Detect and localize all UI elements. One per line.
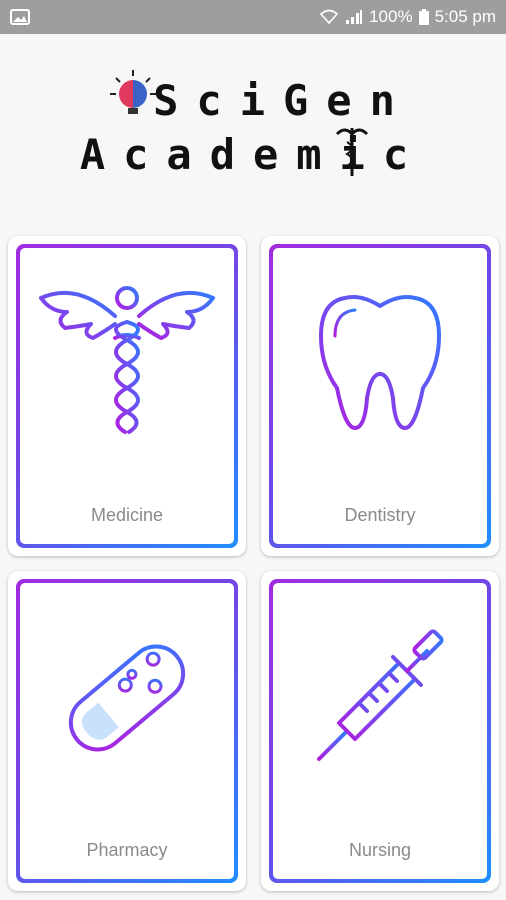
wifi-icon xyxy=(319,9,339,25)
card-nursing[interactable]: Nursing xyxy=(261,571,499,891)
battery-icon xyxy=(418,9,429,25)
logo-line2: Academic xyxy=(79,130,427,179)
card-label-dentistry: Dentistry xyxy=(344,505,416,525)
clock: 5:05 pm xyxy=(434,7,496,26)
logo-line1: SciGen xyxy=(153,76,413,125)
card-pharmacy[interactable]: Pharmacy xyxy=(8,571,246,891)
card-label-pharmacy: Pharmacy xyxy=(86,840,168,860)
app-logo: SciGen Academic xyxy=(0,62,506,182)
status-bar: 100% 5:05 pm xyxy=(0,0,506,34)
syringe-icon xyxy=(317,629,444,761)
card-label-nursing: Nursing xyxy=(348,840,412,860)
card-medicine[interactable]: Medicine xyxy=(8,236,246,556)
caduceus-icon xyxy=(39,286,215,446)
logo-caduceus-icon xyxy=(335,128,369,176)
card-dentistry[interactable]: Dentistry xyxy=(261,236,499,556)
capsule-icon xyxy=(68,644,186,752)
card-label-medicine: Medicine xyxy=(90,505,164,525)
gallery-icon xyxy=(10,9,30,25)
battery-percent: 100% xyxy=(369,7,413,26)
signal-icon xyxy=(346,10,363,24)
tooth-icon xyxy=(319,295,441,430)
